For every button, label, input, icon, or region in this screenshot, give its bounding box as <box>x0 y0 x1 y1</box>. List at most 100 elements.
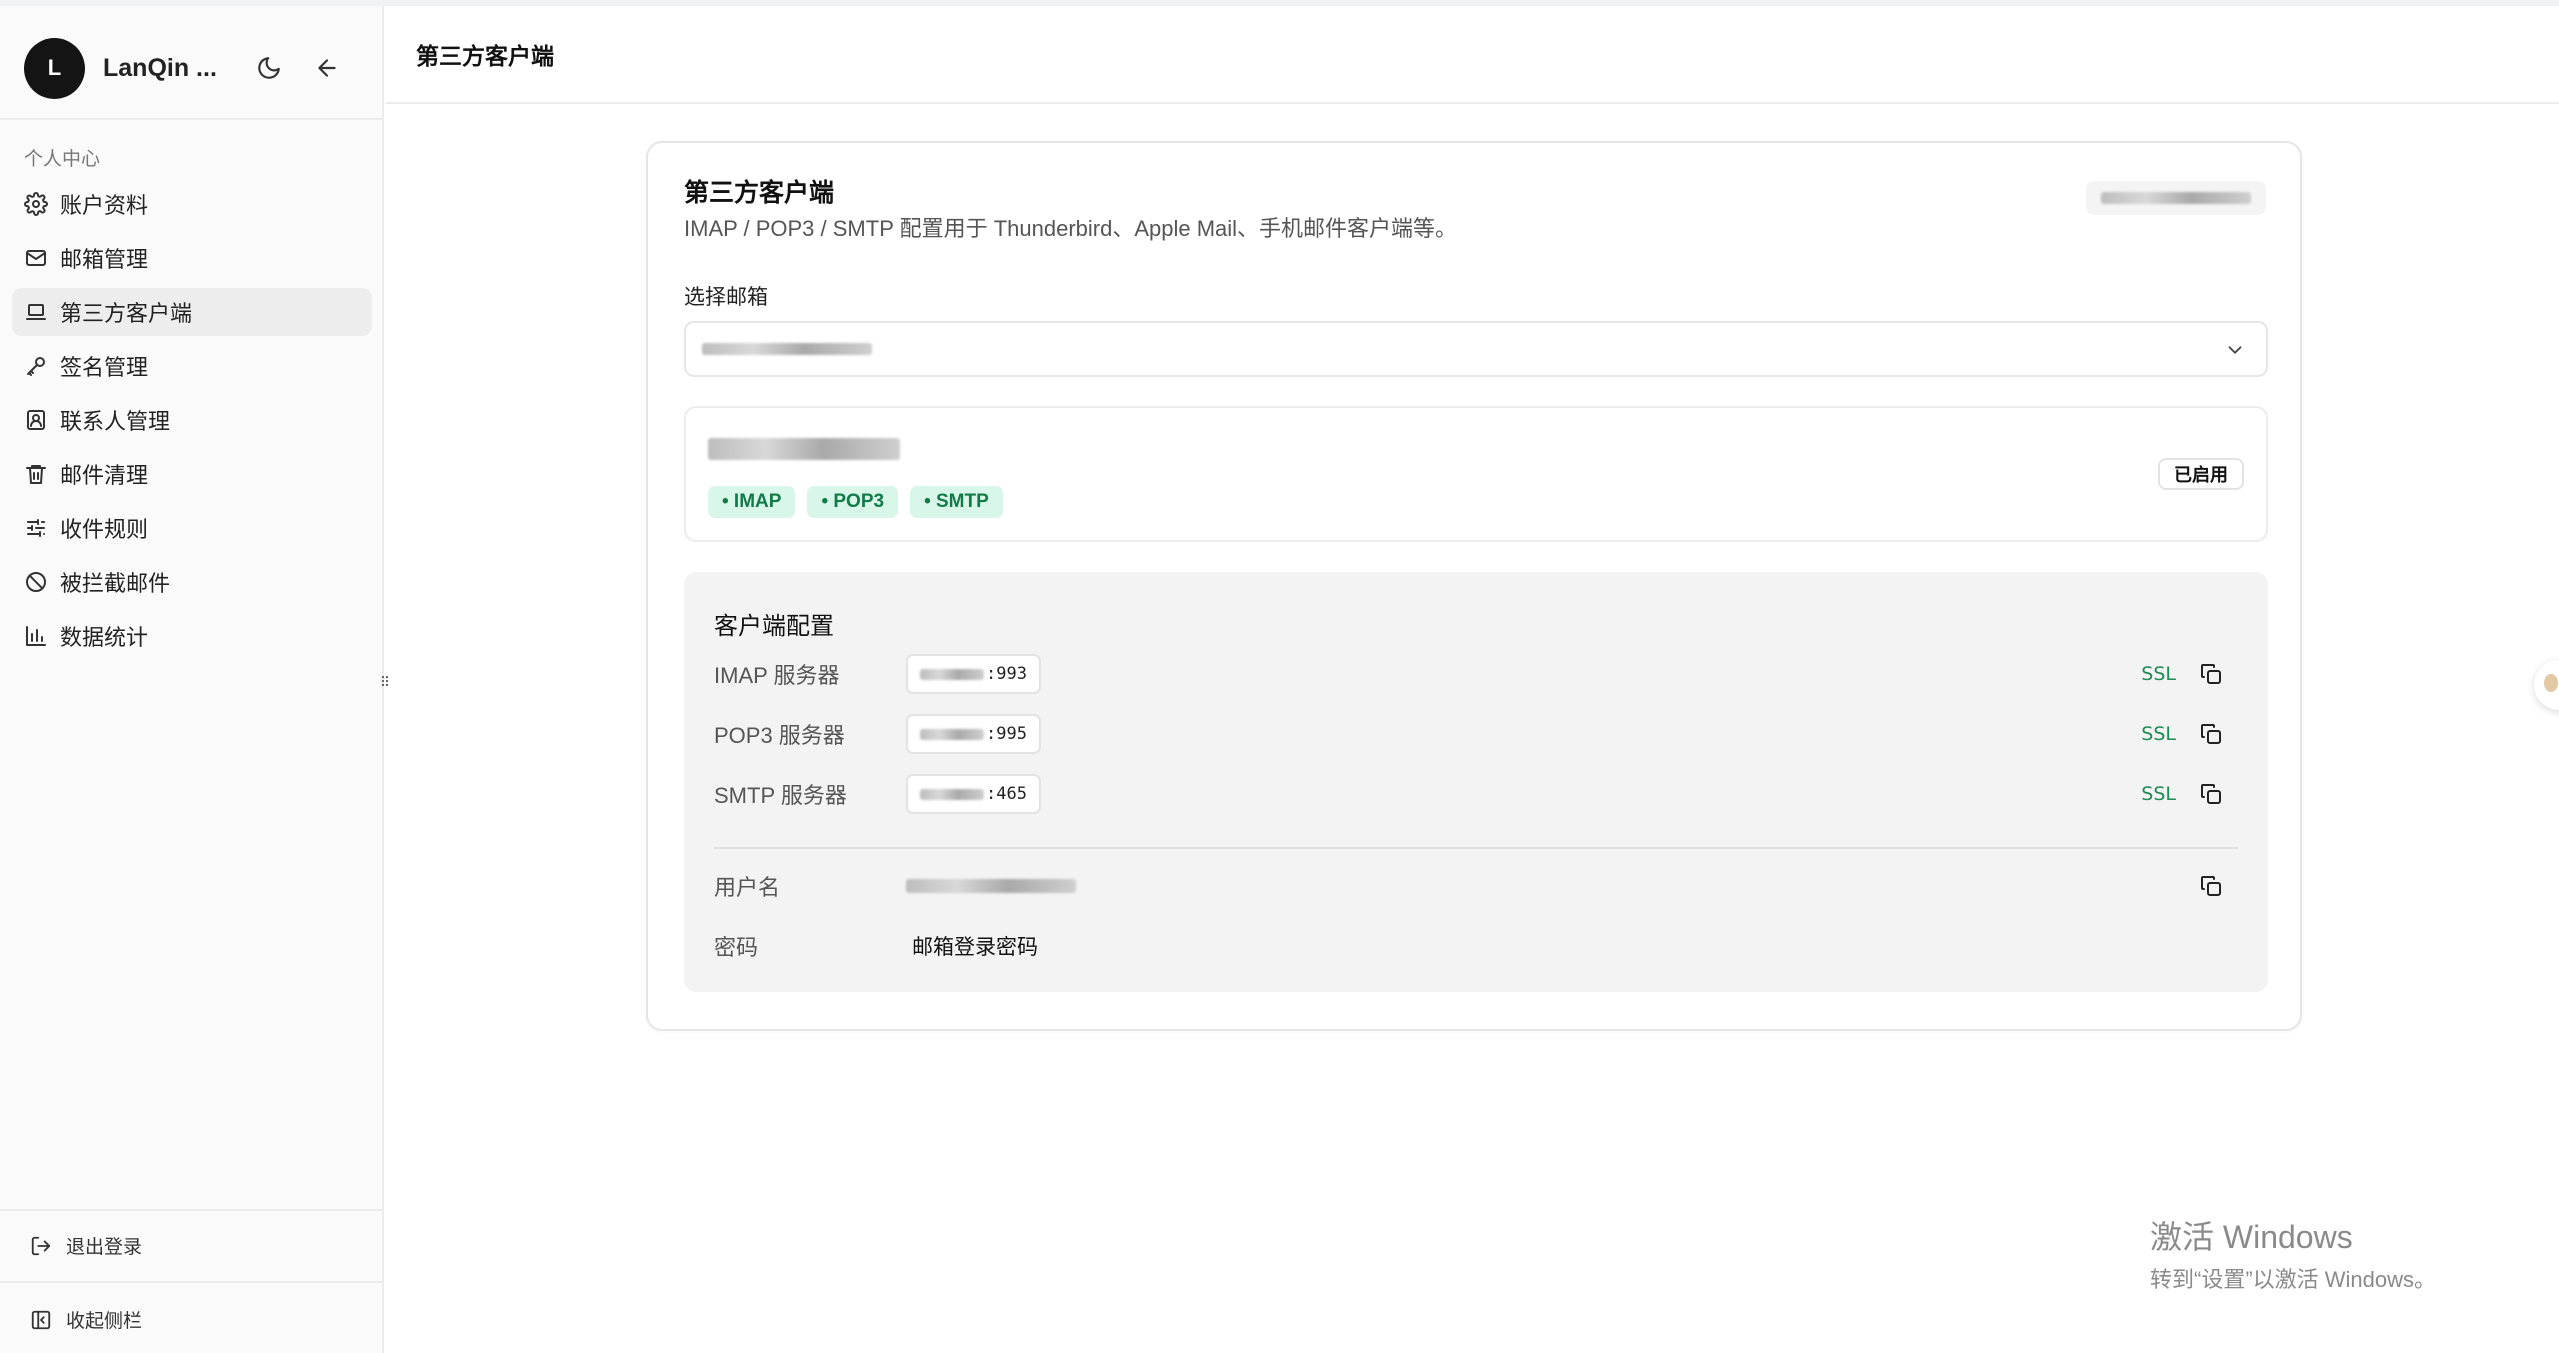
redacted-host <box>920 788 984 800</box>
sidebar-section-label: 个人中心 <box>24 149 101 170</box>
pop3-server-value[interactable]: :995 <box>906 714 1041 754</box>
password-label: 密码 <box>714 935 759 960</box>
sidebar-item-signatures[interactable]: 签名管理 <box>12 342 372 390</box>
sidebar-item-label: 邮件清理 <box>60 463 149 488</box>
protocol-badge-smtp: • SMTP <box>910 486 1003 518</box>
third-party-client-card: 第三方客户端 IMAP / POP3 / SMTP 配置用于 Thunderbi… <box>646 141 2302 1031</box>
sidebar-item-rules[interactable]: 收件规则 <box>12 504 372 552</box>
sidebar-item-label: 第三方客户端 <box>60 301 193 326</box>
key-icon <box>27 357 45 376</box>
username-row: 用户名 <box>714 866 2238 906</box>
logout-icon <box>31 1236 51 1255</box>
mail-icon <box>26 250 46 266</box>
assistant-icon <box>2544 674 2558 692</box>
watermark-subtitle: 转到“设置”以激活 Windows。 <box>2150 1267 2437 1292</box>
sidebar-item-label: 账户资料 <box>60 193 149 218</box>
config-divider <box>714 847 2238 849</box>
copy-icon <box>2201 784 2221 804</box>
sidebar-item-blocked[interactable]: 被拦截邮件 <box>12 558 372 606</box>
collapse-sidebar-button[interactable]: 收起侧栏 <box>30 1306 142 1333</box>
contact-icon <box>27 410 45 430</box>
copy-smtp-button[interactable] <box>2196 779 2226 809</box>
username-label: 用户名 <box>714 875 781 900</box>
sidebar-item-cleanup[interactable]: 邮件清理 <box>12 450 372 498</box>
logout-label: 退出登录 <box>66 1237 143 1258</box>
gear-icon <box>24 192 48 216</box>
sidebar-item-label: 数据统计 <box>60 625 149 650</box>
main-header: 第三方客户端 <box>386 6 2559 104</box>
sidebar-divider <box>0 118 384 120</box>
redacted-chip <box>2086 181 2266 215</box>
redacted-address <box>708 438 900 460</box>
arrow-left-icon <box>318 59 336 77</box>
sidebar-item-label: 联系人管理 <box>60 409 171 434</box>
sidebar-item-label: 被拦截邮件 <box>60 571 171 596</box>
moon-icon <box>258 57 280 79</box>
redacted-host <box>920 728 984 740</box>
watermark-title: 激活 Windows <box>2150 1219 2353 1255</box>
copy-pop3-button[interactable] <box>2196 719 2226 749</box>
password-value: 邮箱登录密码 <box>912 936 1038 959</box>
sidebar-item-label: 邮箱管理 <box>60 247 149 272</box>
smtp-server-row: SMTP 服务器 :465 SSL <box>714 774 2238 814</box>
redacted-mailbox <box>702 343 872 355</box>
sidebar-item-account[interactable]: 账户资料 <box>12 180 372 228</box>
page-title: 第三方客户端 <box>416 43 554 69</box>
mailbox-address <box>708 438 900 460</box>
select-mailbox-label: 选择邮箱 <box>684 286 768 309</box>
protocol-badge-pop3: • POP3 <box>807 486 899 518</box>
pop3-port: :995 <box>986 724 1027 744</box>
sidebar: L LanQin ... 个人中心 账户资料 邮箱管理 第三方客户端 签名管理 <box>0 6 384 1353</box>
imap-server-value[interactable]: :993 <box>906 654 1041 694</box>
imap-port: :993 <box>986 664 1027 684</box>
pop3-server-label: POP3 服务器 <box>714 723 845 748</box>
imap-ssl-label: SSL <box>2141 663 2176 685</box>
config-title: 客户端配置 <box>714 613 834 640</box>
collapse-label: 收起侧栏 <box>66 1311 143 1332</box>
sidebar-divider <box>0 1209 384 1211</box>
sidebar-item-mailboxes[interactable]: 邮箱管理 <box>12 234 372 282</box>
trash-icon <box>26 465 46 484</box>
smtp-server-value[interactable]: :465 <box>906 774 1041 814</box>
smtp-ssl-label: SSL <box>2141 783 2176 805</box>
windows-activation-watermark: 激活 Windows 转到“设置”以激活 Windows。 <box>2150 1212 2436 1294</box>
app-name: LanQin ... <box>103 53 217 82</box>
floating-assistant-button[interactable] <box>2534 660 2559 710</box>
imap-server-label: IMAP 服务器 <box>714 663 840 688</box>
copy-icon <box>2201 724 2221 744</box>
smtp-port: :465 <box>986 784 1027 804</box>
laptop-icon <box>26 304 46 320</box>
sidebar-item-statistics[interactable]: 数据统计 <box>12 612 372 660</box>
logout-button[interactable]: 退出登录 <box>30 1232 142 1259</box>
copy-imap-button[interactable] <box>2196 659 2226 689</box>
mailbox-select[interactable] <box>684 321 2268 377</box>
sliders-icon <box>27 519 45 537</box>
panel-collapse-icon <box>31 1310 51 1329</box>
chevron-down-icon <box>2224 339 2246 361</box>
avatar[interactable]: L <box>24 37 85 99</box>
grip-icon: ⠿ <box>379 673 390 690</box>
password-row: 密码 邮箱登录密码 <box>714 926 2238 966</box>
bar-chart-icon <box>26 626 46 646</box>
copy-icon <box>2201 876 2221 896</box>
client-config-panel: 客户端配置 IMAP 服务器 :993 SSL POP3 服务器 :995 SS… <box>684 572 2268 992</box>
sidebar-header: L LanQin ... <box>24 32 364 104</box>
ban-icon <box>26 572 46 592</box>
imap-server-row: IMAP 服务器 :993 SSL <box>714 654 2238 694</box>
redacted-username <box>906 879 1076 893</box>
sidebar-nav: 账户资料 邮箱管理 第三方客户端 签名管理 联系人管理 邮件清理 收件规则 被拦… <box>12 180 372 666</box>
smtp-server-label: SMTP 服务器 <box>714 783 847 808</box>
protocol-badge-imap: • IMAP <box>708 486 796 518</box>
sidebar-item-contacts[interactable]: 联系人管理 <box>12 396 372 444</box>
theme-toggle-button[interactable] <box>247 46 291 90</box>
sidebar-item-label: 签名管理 <box>60 355 149 380</box>
redacted-text <box>2101 192 2251 204</box>
card-description: IMAP / POP3 / SMTP 配置用于 Thunderbird、Appl… <box>684 216 1458 241</box>
sidebar-item-label: 收件规则 <box>60 517 149 542</box>
copy-username-button[interactable] <box>2196 871 2226 901</box>
redacted-host <box>920 668 984 680</box>
pop3-ssl-label: SSL <box>2141 723 2176 745</box>
back-button[interactable] <box>305 46 349 90</box>
sidebar-item-third-party-client[interactable]: 第三方客户端 <box>12 288 372 336</box>
sidebar-resize-handle[interactable]: ⠿ <box>376 670 392 694</box>
